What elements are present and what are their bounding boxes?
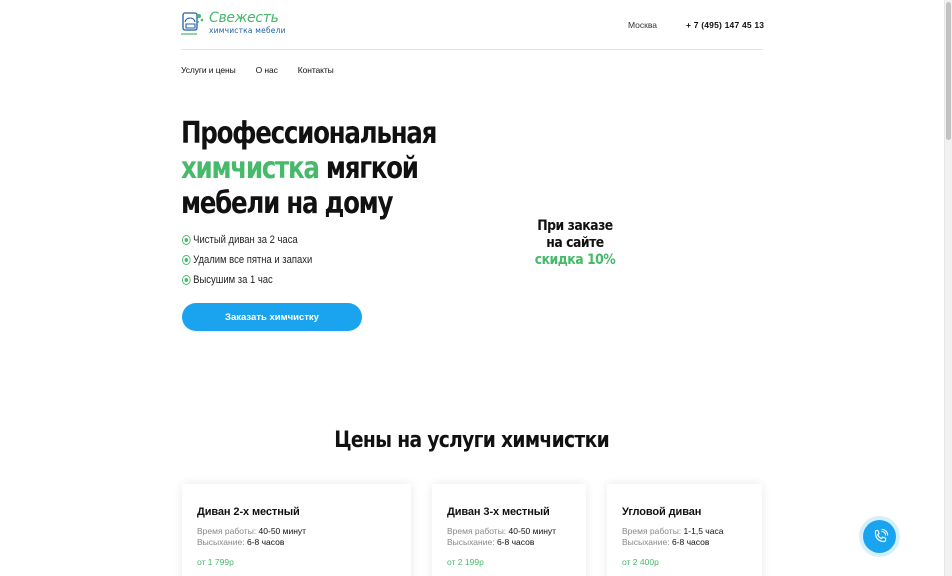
card-title: Диван 2-х местный	[197, 506, 300, 518]
card-work-label: Время работы:	[197, 526, 257, 536]
discount-promo: При заказе на сайте скидка 10%	[528, 218, 623, 269]
nav-item-services[interactable]: Услуги и цены	[181, 65, 236, 75]
logo-sofa-icon	[181, 12, 204, 35]
card-work-time: Время работы: 1-1,5 часа	[622, 526, 747, 537]
feature-text: Удалим все пятна и запахи	[193, 254, 313, 266]
logo-text: Свежесть химчистка мебели	[209, 10, 286, 35]
price-card-sofa-3[interactable]: Диван 3-х местный Время работы: 40-50 ми…	[432, 484, 586, 576]
card-dry-time: Высыхание: 6-8 часов	[447, 537, 571, 548]
card-work-time: Время работы: 40-50 минут	[197, 526, 396, 537]
card-work-label: Время работы:	[622, 526, 682, 536]
page: Свежесть химчистка мебели Москва + 7 (49…	[0, 0, 944, 576]
logo[interactable]: Свежесть химчистка мебели	[181, 10, 291, 40]
phone-icon	[874, 528, 888, 542]
promo-line2: на сайте	[546, 235, 604, 251]
card-title: Угловой диван	[622, 506, 702, 518]
hero-title: Профессиональная химчистка мягкой мебели…	[181, 116, 437, 221]
callback-button[interactable]	[863, 520, 896, 553]
hero-title-highlight: химчистка	[181, 151, 320, 186]
card-price: от 2 400р	[622, 557, 659, 567]
card-dry-label: Высыхание:	[197, 537, 245, 547]
phone-number[interactable]: + 7 (495) 147 45 13	[686, 20, 764, 30]
nav-item-contacts[interactable]: Контакты	[298, 65, 334, 75]
feature-text: Чистый диван за 2 часа	[193, 234, 298, 246]
promo-line1: При заказе	[537, 218, 613, 234]
check-circle-icon	[182, 235, 191, 245]
card-dry-value: 6-8 часов	[671, 537, 710, 547]
prices-title-text: Цены на услуги химчистки	[334, 428, 610, 453]
prices-section-title: Цены на услуги химчистки	[0, 428, 944, 453]
scrollbar-thumb[interactable]	[946, 2, 951, 140]
feature-item: Чистый диван за 2 часа	[182, 230, 312, 250]
promo-discount: скидка 10%	[534, 252, 616, 268]
price-card-corner-sofa[interactable]: Угловой диван Время работы: 1-1,5 часа В…	[607, 484, 762, 576]
card-dry-label: Высыхание:	[622, 537, 670, 547]
feature-item: Удалим все пятна и запахи	[182, 250, 312, 270]
card-dry-value: 6-8 часов	[246, 537, 285, 547]
card-work-value: 1-1,5 часа	[683, 526, 724, 536]
logo-title: Свежесть	[209, 10, 279, 26]
card-dry-label: Высыхание:	[447, 537, 495, 547]
card-price: от 1 799р	[197, 557, 234, 567]
price-card-sofa-2[interactable]: Диван 2-х местный Время работы: 40-50 ми…	[182, 484, 411, 576]
card-title: Диван 3-х местный	[447, 506, 550, 518]
card-work-time: Время работы: 40-50 минут	[447, 526, 571, 537]
check-circle-icon	[182, 255, 191, 265]
hero-title-line3: мебели на дому	[181, 186, 393, 221]
nav-item-about[interactable]: О нас	[256, 65, 278, 75]
main-nav: Услуги и цены О нас Контакты	[181, 65, 334, 75]
logo-subtitle: химчистка мебели	[209, 26, 286, 35]
check-circle-icon	[182, 275, 191, 285]
city-selector[interactable]: Москва	[628, 20, 657, 30]
page-scrollbar[interactable]	[944, 0, 952, 576]
order-cleaning-button[interactable]: Заказать химчистку	[182, 303, 362, 331]
card-work-value: 40-50 минут	[508, 526, 557, 536]
card-work-label: Время работы:	[447, 526, 507, 536]
hero-title-line1: Профессиональная	[181, 116, 437, 151]
feature-list: Чистый диван за 2 часа Удалим все пятна …	[182, 230, 334, 290]
card-dry-time: Высыхание: 6-8 часов	[197, 537, 396, 548]
header-divider	[181, 49, 763, 50]
feature-item: Высушим за 1 час	[182, 270, 312, 290]
feature-text: Высушим за 1 час	[193, 274, 273, 286]
card-price: от 2 199р	[447, 557, 484, 567]
hero-title-line2: мягкой	[325, 151, 419, 186]
card-work-value: 40-50 минут	[258, 526, 307, 536]
card-dry-time: Высыхание: 6-8 часов	[622, 537, 747, 548]
card-dry-value: 6-8 часов	[496, 537, 535, 547]
